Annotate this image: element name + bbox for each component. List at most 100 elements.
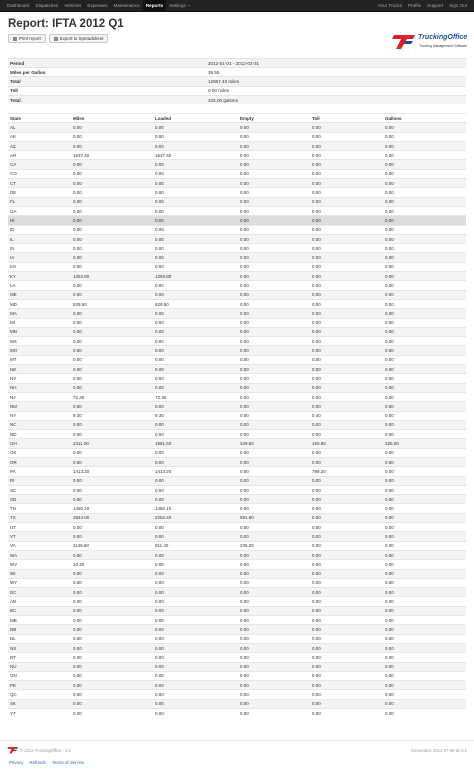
nav-support[interactable]: Support (424, 0, 446, 12)
table-row: WA 0.00 0.00 0.00 0.00 0.00 (8, 549, 466, 560)
cell-gallons: 0.00 (383, 680, 466, 690)
nav-sign-out[interactable]: Sign Out (446, 0, 470, 12)
nav-reports[interactable]: Reports (142, 0, 167, 12)
cell-miles: 0.00 (71, 494, 153, 504)
table-row: SC 0.00 0.00 0.00 0.00 0.00 (8, 484, 466, 495)
table-row: AL 0.00 0.00 0.00 0.00 0.00 (8, 122, 466, 133)
cell-toll: 0.00 (310, 577, 383, 588)
nav-settings[interactable]: Settings (166, 0, 193, 12)
cell-gallons: 0.00 (383, 354, 466, 365)
cell-miles: 0.00 (71, 308, 153, 319)
cell-gallons: 0.00 (383, 373, 466, 384)
cell-state: IA (8, 252, 71, 263)
cell-loaded: 0.00 (153, 680, 238, 690)
cell-gallons: 0.00 (383, 391, 466, 402)
cell-loaded: 1413.20 (153, 466, 238, 477)
table-row: BC 0.00 0.00 0.00 0.00 0.00 (8, 605, 466, 616)
nav-dispatches[interactable]: Dispatches (32, 0, 61, 12)
cell-empty: 0.00 (238, 503, 310, 514)
cell-toll: 799.20 (310, 466, 383, 477)
cell-gallons: 0.00 (383, 568, 466, 579)
cell-empty: 0.00 (238, 298, 310, 309)
cell-state: AK (8, 131, 71, 142)
cell-empty: 0.00 (238, 429, 310, 439)
nav-your-trucks[interactable]: Your Trucks (375, 0, 405, 12)
copyright-text: © 2012 TruckingOffice · 1.0 (20, 748, 71, 753)
cell-loaded: 0.00 (153, 531, 238, 542)
cell-gallons: 0.00 (383, 559, 466, 570)
cell-state: MT (8, 354, 71, 365)
report-actions: Print report Export to Spreadsheet (8, 34, 109, 43)
cell-miles: 0.00 (71, 661, 153, 672)
privacy-link[interactable]: Privacy (9, 760, 23, 765)
cell-toll: 0.00 (310, 670, 383, 681)
cell-toll: 0.00 (310, 605, 383, 616)
cell-loaded: 0.00 (153, 484, 238, 495)
cell-miles: 0.00 (71, 363, 153, 374)
cell-empty: 0.00 (238, 317, 310, 328)
cell-loaded: 0.00 (153, 661, 238, 672)
brand-logo[interactable]: TruckingOffice Trucking Management Softw… (391, 33, 469, 51)
cell-loaded: 0.00 (153, 670, 238, 681)
cell-empty: 0.00 (238, 419, 310, 430)
table-row: FL 0.00 0.00 0.00 0.00 0.00 (8, 196, 466, 207)
nav-profile[interactable]: Profile (405, 0, 424, 12)
table-row: ID 0.00 0.00 0.00 0.00 0.00 (8, 224, 466, 235)
summary-value: 39.56 (206, 67, 466, 77)
table-row: DC 0.00 0.00 0.00 0.00 0.00 (8, 587, 466, 597)
cell-gallons: 0.00 (383, 280, 466, 291)
cell-empty: 0.00 (238, 689, 310, 700)
cell-gallons: 0.00 (383, 633, 466, 644)
printer-icon (13, 36, 17, 41)
table-row: MD 529.50 529.50 0.00 0.00 0.00 (8, 298, 466, 309)
cell-miles: 0.00 (71, 484, 153, 495)
cell-miles: 0.00 (71, 429, 153, 439)
cell-loaded: 1450.10 (153, 503, 238, 514)
nav-vehicles[interactable]: Vehicles (61, 0, 84, 12)
table-row: NY 9.30 9.30 0.00 0.40 0.00 (8, 410, 466, 421)
cell-empty: 0.00 (238, 215, 310, 226)
truckingoffice-logo-icon (392, 35, 415, 49)
cell-gallons: 0.00 (383, 689, 466, 700)
cell-toll: 0.00 (310, 271, 383, 281)
terms-link[interactable]: Terms of Service (52, 760, 85, 765)
cell-state: NY (8, 410, 71, 421)
cell-empty: 0.00 (238, 642, 310, 653)
cell-loaded: 0.00 (153, 456, 238, 467)
cell-state: TN (8, 503, 71, 514)
cell-state: NJ (8, 391, 71, 402)
cell-toll: 0.00 (310, 261, 383, 272)
cell-state: RI (8, 475, 71, 486)
nav-expenses[interactable]: Expenses (84, 0, 110, 12)
cell-toll: 0.00 (310, 187, 383, 198)
table-row: NL 0.00 0.00 0.00 0.00 0.00 (8, 633, 466, 644)
cell-empty: 0.00 (238, 261, 310, 272)
nav-dashboard[interactable]: Dashboard (4, 0, 32, 12)
cell-loaded: 0.00 (153, 707, 238, 718)
cell-loaded: 0.00 (153, 382, 238, 393)
cell-state: PE (8, 680, 71, 690)
cell-state: NV (8, 373, 71, 384)
refunds-link[interactable]: Refunds (29, 760, 45, 765)
cell-empty: 0.00 (238, 549, 310, 560)
cell-toll: 0.00 (310, 243, 383, 253)
cell-gallons: 0.00 (383, 224, 466, 235)
cell-loaded: 0.00 (153, 233, 238, 244)
cell-toll: 0.00 (310, 382, 383, 393)
cell-state: CO (8, 168, 71, 179)
cell-gallons: 0.00 (383, 642, 466, 653)
cell-miles: 0.00 (71, 624, 153, 635)
nav-maintenance[interactable]: Maintenance (111, 0, 143, 12)
cell-gallons: 0.00 (383, 168, 466, 179)
cell-toll: 0.00 (310, 308, 383, 319)
cell-state: OK (8, 447, 71, 458)
cell-gallons: 0.00 (383, 512, 466, 523)
table-row: DE 0.00 0.00 0.00 0.00 0.00 (8, 187, 466, 198)
print-report-button[interactable]: Print report (8, 34, 46, 43)
cell-state: IL (8, 233, 71, 244)
table-row: SK 0.00 0.00 0.00 0.00 0.00 (8, 698, 466, 709)
summary-label: Total (8, 76, 206, 87)
export-spreadsheet-button[interactable]: Export to Spreadsheet (48, 34, 109, 43)
table-row: MO 0.00 0.00 0.00 0.00 0.00 (8, 345, 466, 356)
cell-empty: 0.00 (238, 150, 310, 160)
